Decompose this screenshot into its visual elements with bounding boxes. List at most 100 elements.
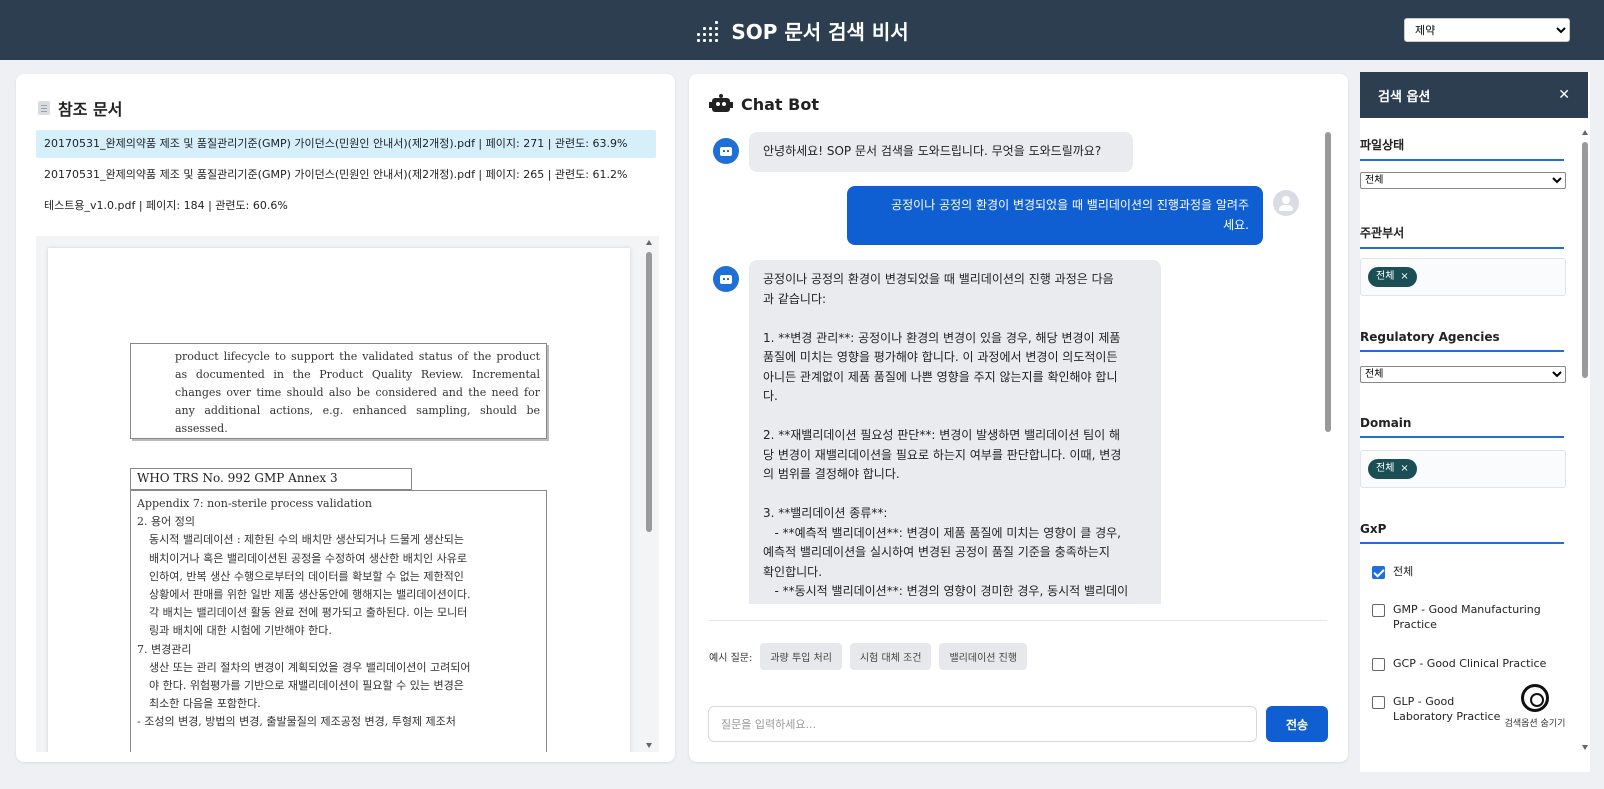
agencies-select[interactable]: 전체 xyxy=(1360,366,1566,383)
pdf-line: 각 배치는 밸리데이션 활동 완료 전에 평가되고 출하된다. 이는 모니터 xyxy=(149,606,468,620)
answer-line xyxy=(763,485,1147,505)
scroll-up-arrow-icon[interactable] xyxy=(646,240,652,245)
pdf-line: 상황에서 판매를 위한 일반 제품 생산동안에 행해지는 밸리데이션이다. xyxy=(149,588,471,602)
department-tag[interactable]: 전체 × xyxy=(1368,267,1417,287)
answer-line: 아니든 관계없이 제품 품질에 나쁜 영향을 주지 않는지를 확인해야 합니 xyxy=(763,369,1118,384)
pdf-text-box: product lifecycle to support the validat… xyxy=(130,343,547,439)
user-message: 공정이나 공정의 환경이 변경되었을 때 밸리데이션의 진행과정을 알려주 세요… xyxy=(847,186,1263,245)
example-chip[interactable]: 과량 투입 처리 xyxy=(760,643,842,670)
example-questions: 예시 질문: 과량 투입 처리 시험 대체 조건 밸리데이션 진행 xyxy=(709,643,1028,670)
department-label: 주관부서 xyxy=(1360,224,1564,249)
answer-line: 공정이나 공정의 환경이 변경되었을 때 밸리데이션의 진행 과정은 다음 xyxy=(763,272,1114,286)
answer-line: - **동시적 밸리데이션**: 변경의 영향이 경미한 경우, 동시적 밸리데… xyxy=(763,584,1129,598)
checkbox-icon[interactable] xyxy=(1372,658,1385,671)
document-icon xyxy=(38,101,50,115)
pdf-line: 2. 용어 정의 xyxy=(137,515,195,529)
file-status-select[interactable]: 전체 xyxy=(1360,172,1566,189)
pdf-line: 생산 또는 관리 절차의 변경이 계획되었을 경우 밸리데이션이 고려되어 xyxy=(149,660,471,674)
scroll-thumb[interactable] xyxy=(646,252,652,532)
answer-line: 당 변경이 재밸리데이션을 필요로 하는지 여부를 판단합니다. 이때, 변경 xyxy=(763,447,1122,462)
pdf-line: 야 한다. 위험평가를 기반으로 재밸리데이션이 필요할 수 있는 변경은 xyxy=(149,679,464,693)
bot-avatar-icon xyxy=(713,138,739,164)
gxp-label: GxP xyxy=(1360,522,1564,544)
reference-panel: 참조 문서 20170531_완제의약품 제조 및 품질관리기준(GMP) 가이… xyxy=(16,74,675,762)
answer-line: 품질에 미치는 영향을 평가해야 합니다. 이 과정에서 변경이 의도적이든 xyxy=(763,350,1118,364)
answer-line xyxy=(763,407,1147,427)
file-status-label: 파일상태 xyxy=(1360,136,1564,161)
example-chip[interactable]: 밸리데이션 진행 xyxy=(939,643,1028,670)
answer-line: 예측적 밸리데이션을 실시하여 변경된 공정이 품질 기준을 충족하는지 xyxy=(763,545,1110,559)
user-avatar-icon xyxy=(1273,190,1299,216)
answer-line: - **예측적 밸리데이션**: 변경이 제품 품질에 미치는 영향이 클 경우… xyxy=(763,525,1121,540)
checkbox-icon[interactable] xyxy=(1372,604,1385,617)
reference-list: 20170531_완제의약품 제조 및 품질관리기준(GMP) 가이던스(민원인… xyxy=(36,130,656,223)
pdf-box-title: WHO TRS No. 992 GMP Annex 3 xyxy=(130,468,412,490)
scroll-down-arrow-icon[interactable] xyxy=(646,743,652,748)
gxp-option-all[interactable]: 전체 xyxy=(1372,564,1562,579)
app-header: SOP 문서 검색 비서 제약 xyxy=(0,0,1604,60)
scroll-thumb[interactable] xyxy=(1582,142,1588,378)
example-chip[interactable]: 시험 대체 조건 xyxy=(849,643,932,670)
chat-divider xyxy=(709,620,1327,621)
chat-scrollbar[interactable] xyxy=(1325,132,1331,432)
close-icon[interactable]: ✕ xyxy=(1558,87,1570,103)
reference-item[interactable]: 테스트용_v1.0.pdf | 페이지: 184 | 관련도: 60.6% xyxy=(36,192,656,220)
reference-item[interactable]: 20170531_완제의약품 제조 및 품질관리기준(GMP) 가이던스(민원인… xyxy=(36,130,656,158)
pdf-line: - 조성의 변경, 방법의 변경, 출발물질의 제조공정 변경, 투형제 제조처 xyxy=(137,715,456,729)
robot-icon xyxy=(709,94,733,114)
pdf-line: Appendix 7: non-sterile process validati… xyxy=(137,497,372,510)
chat-input[interactable] xyxy=(708,706,1257,742)
chat-panel: Chat Bot 안녕하세요! SOP 문서 검색을 도와드립니다. 무엇을 도… xyxy=(689,74,1348,762)
reference-item[interactable]: 20170531_완제의약품 제조 및 품질관리기준(GMP) 가이던스(민원인… xyxy=(36,161,656,189)
app-title: SOP 문서 검색 비서 xyxy=(695,16,909,45)
pdf-line: 배치이거나 혹은 밸리데이션된 공정을 수정하여 생산한 배치인 사유로 xyxy=(149,551,467,565)
scroll-down-arrow-icon[interactable] xyxy=(1582,745,1588,750)
tag-remove-icon: × xyxy=(1400,271,1409,282)
answer-line: 의 범위를 결정해야 합니다. xyxy=(763,467,900,481)
department-tag-box[interactable]: 전체 × xyxy=(1360,258,1566,296)
gxp-option-glp[interactable]: GLP - Good Laboratory Practice xyxy=(1372,694,1512,724)
reference-panel-title: 참조 문서 xyxy=(38,96,122,120)
answer-line: 과 같습니다: xyxy=(763,291,827,306)
domain-label: Domain xyxy=(1360,416,1564,438)
industry-select[interactable]: 제약 xyxy=(1404,18,1570,42)
answer-line: 2. **재밸리데이션 필요성 판단**: 변경이 발생하면 밸리데이션 팀이 … xyxy=(763,428,1121,442)
domain-tag[interactable]: 전체 × xyxy=(1368,459,1417,479)
logo-icon xyxy=(695,19,719,42)
search-options-panel: 검색 옵션 ✕ 파일상태 전체 주관부서 전체 × Regulatory Agen… xyxy=(1360,72,1590,772)
hide-options-label: 검색옵션 숨기기 xyxy=(1504,719,1566,729)
gxp-option-gcp[interactable]: GCP - Good Clinical Practice xyxy=(1372,656,1562,671)
pdf-scrollbar[interactable] xyxy=(645,240,653,748)
domain-tag-box[interactable]: 전체 × xyxy=(1360,450,1566,488)
hide-options-toggle[interactable]: 검색옵션 숨기기 xyxy=(1500,684,1570,729)
send-button[interactable]: 전송 xyxy=(1266,706,1328,742)
pdf-line: 링과 배치에 대한 시험에 기반해야 한다. xyxy=(149,624,332,638)
answer-line: 확인합니다. xyxy=(763,564,823,579)
pdf-page: product lifecycle to support the validat… xyxy=(48,248,630,752)
hide-options-icon[interactable] xyxy=(1521,684,1549,712)
checkbox-icon[interactable] xyxy=(1372,696,1385,709)
answer-line: 3. **밸리데이션 종류**: xyxy=(763,506,888,520)
options-scrollbar[interactable] xyxy=(1580,130,1590,750)
answer-line: 1. **변경 관리**: 공정이나 환경의 변경이 있을 경우, 해당 변경이… xyxy=(763,330,1121,345)
bot-avatar-icon xyxy=(713,266,739,292)
checkbox-checked-icon[interactable] xyxy=(1372,566,1385,579)
agencies-label: Regulatory Agencies xyxy=(1360,330,1564,352)
pdf-viewer[interactable]: product lifecycle to support the validat… xyxy=(36,236,659,752)
search-options-header: 검색 옵션 ✕ xyxy=(1360,72,1588,118)
scroll-up-arrow-icon[interactable] xyxy=(1582,130,1588,135)
search-options-title: 검색 옵션 xyxy=(1378,89,1431,105)
example-label: 예시 질문: xyxy=(709,653,753,664)
bot-message: 안녕하세요! SOP 문서 검색을 도와드립니다. 무엇을 도와드릴까요? xyxy=(749,132,1133,172)
answer-line: 다. xyxy=(763,389,778,403)
pdf-line: 동시적 밸리데이션 : 제한된 수의 배치만 생산되거나 드물게 생산되는 xyxy=(149,533,465,547)
pdf-line: 인하여, 반복 생산 수행으로부터의 데이터를 확보할 수 없는 제한적인 xyxy=(149,569,464,583)
tag-remove-icon: × xyxy=(1400,463,1409,474)
chat-messages[interactable]: 안녕하세요! SOP 문서 검색을 도와드립니다. 무엇을 도와드릴까요? 공정… xyxy=(709,128,1320,604)
pdf-line: 최소한 다음을 포함한다. xyxy=(149,697,261,711)
gxp-option-gmp[interactable]: GMP - Good Manufacturing Practice xyxy=(1372,602,1562,632)
chat-panel-title: Chat Bot xyxy=(709,94,819,114)
pdf-content-box: Appendix 7: non-sterile process validati… xyxy=(130,490,547,752)
bot-message: 공정이나 공정의 환경이 변경되었을 때 밸리데이션의 진행 과정은 다음 과 … xyxy=(749,260,1161,604)
app-title-text: SOP 문서 검색 비서 xyxy=(731,19,909,44)
